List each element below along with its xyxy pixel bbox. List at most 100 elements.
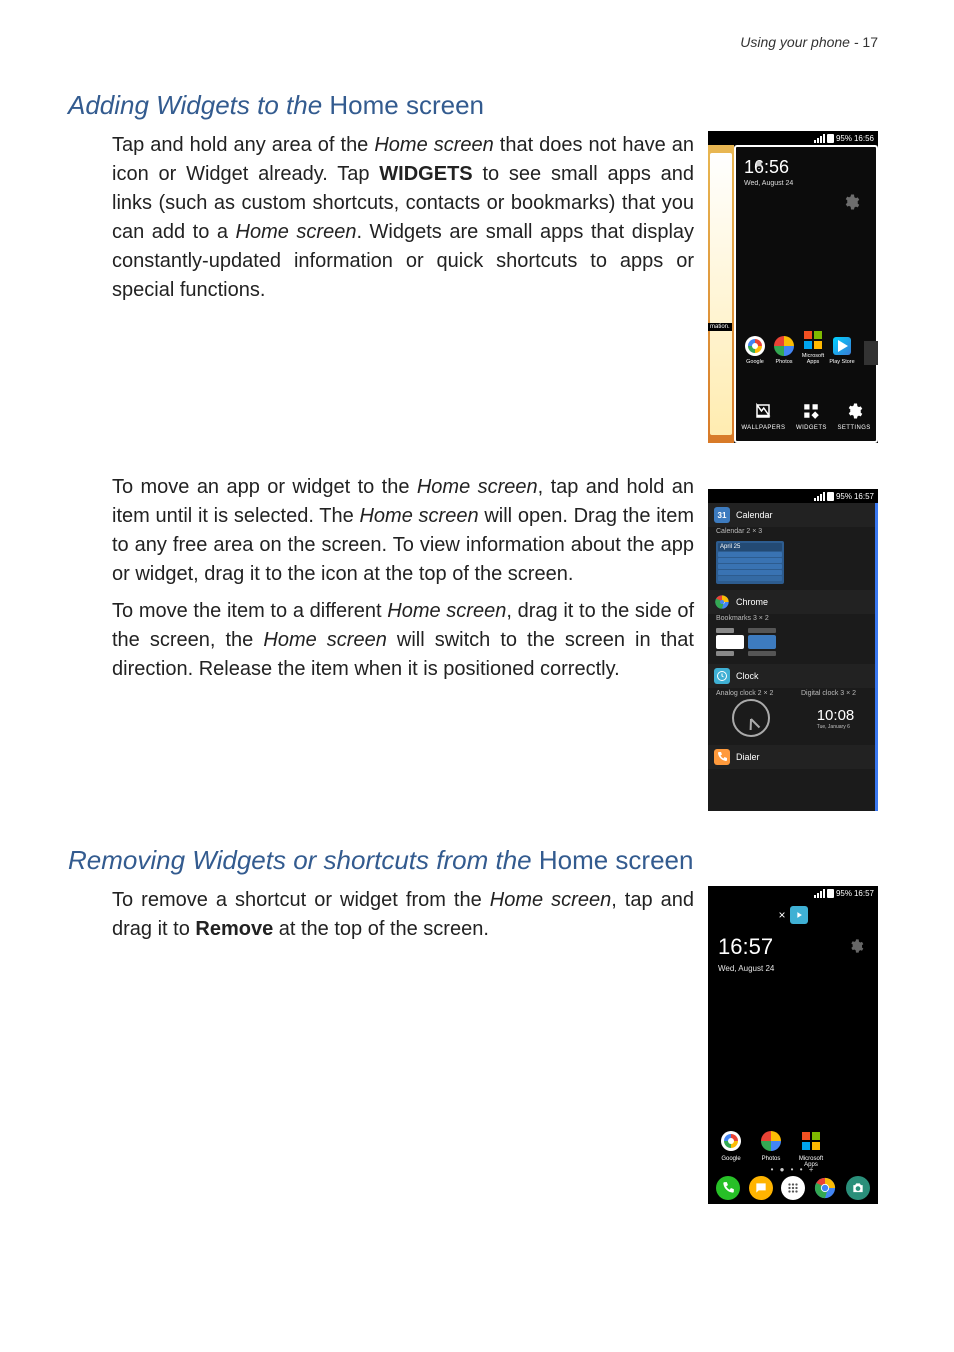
widget-size-label: Analog clock 2 × 2 xyxy=(716,690,785,697)
play-store-icon xyxy=(833,337,851,355)
dock-app-playstore[interactable]: Play Store xyxy=(829,336,855,365)
dragged-widget-icon[interactable] xyxy=(790,906,808,924)
page: Using your phone - 17 Adding Widgets to … xyxy=(0,0,954,1352)
status-bar: 95% 16:56 xyxy=(708,131,878,145)
heading-italic: Removing Widgets or shortcuts from the xyxy=(68,845,532,875)
widget-group-label: Calendar xyxy=(736,510,773,520)
gear-icon xyxy=(842,193,860,216)
status-battery-pct: 95% xyxy=(836,889,852,898)
widget-group-calendar[interactable]: 31 Calendar xyxy=(708,503,878,527)
app-drawer-icon[interactable] xyxy=(781,1176,805,1200)
signal-icon xyxy=(814,889,825,898)
bell-icon xyxy=(754,157,764,167)
signal-icon xyxy=(814,492,825,501)
phone-app-icon[interactable] xyxy=(716,1176,740,1200)
gear-icon xyxy=(848,938,864,959)
scroll-indicator[interactable] xyxy=(875,503,878,811)
row-removing: To remove a shortcut or widget from the … xyxy=(68,886,878,1204)
chrome-icon xyxy=(714,594,730,610)
calendar-icon: 31 xyxy=(714,507,730,523)
dock-app-photos[interactable]: Photos xyxy=(756,1129,786,1168)
dock-label: Microsoft Apps xyxy=(800,353,826,365)
heading-plain: Home screen xyxy=(539,845,694,875)
widget-preview-calendar[interactable]: April 25 xyxy=(716,541,870,584)
row-adding-2: To move an app or widget to the Home scr… xyxy=(68,473,878,811)
remove-drop-target[interactable]: × xyxy=(708,900,878,932)
analog-clock-preview xyxy=(732,699,770,737)
heading-italic: Adding Widgets to the xyxy=(68,90,322,120)
widget-group-label: Chrome xyxy=(736,597,768,607)
dock-label: Google xyxy=(716,1156,746,1162)
widget-group-label: Dialer xyxy=(736,752,760,762)
status-time: 16:57 xyxy=(854,889,874,898)
option-wallpapers[interactable]: WALLPAPERS xyxy=(741,401,785,431)
clock-widget-date: Wed, August 24 xyxy=(744,180,868,187)
dock-label: Play Store xyxy=(829,359,855,365)
home-panel[interactable]: 16:56 Wed, August 24 Google xyxy=(734,145,878,443)
status-time: 16:56 xyxy=(854,134,874,143)
text-removing-para: To remove a shortcut or widget from the … xyxy=(68,886,694,952)
text-adding-para23: To move an app or widget to the Home scr… xyxy=(68,473,694,692)
header-text: Using your phone - xyxy=(740,34,858,50)
dock-label: Photos xyxy=(771,359,797,365)
heading-removing-widgets: Removing Widgets or shortcuts from the H… xyxy=(68,845,878,876)
page-header: Using your phone - 17 xyxy=(740,34,878,50)
widget-size-label: Digital clock 3 × 2 xyxy=(801,690,870,697)
widget-analog-clock[interactable]: Analog clock 2 × 2 xyxy=(708,688,793,745)
digital-clock-preview: 10:08 Tue, January 6 xyxy=(817,707,855,730)
microsoft-icon xyxy=(802,1132,820,1150)
photos-icon xyxy=(761,1131,781,1151)
camera-app-icon[interactable] xyxy=(846,1176,870,1200)
dialer-icon xyxy=(714,749,730,765)
option-label: SETTINGS xyxy=(837,425,870,431)
option-widgets[interactable]: WIDGETS xyxy=(796,401,827,431)
dock-overflow xyxy=(864,341,878,365)
status-bar: 95% 16:57 xyxy=(708,886,878,900)
status-bar: 95% 16:57 xyxy=(708,489,878,503)
clock-widget-date: Wed, August 24 xyxy=(718,964,868,973)
page-indicator: • ● • • + xyxy=(708,1165,878,1174)
option-label: WIDGETS xyxy=(796,425,827,431)
widget-group-label: Clock xyxy=(736,671,759,681)
widget-group-clock[interactable]: Clock xyxy=(708,664,878,688)
status-time: 16:57 xyxy=(854,492,874,501)
widget-group-dialer[interactable]: Dialer xyxy=(708,745,878,769)
clock-widget-time: 16:57 xyxy=(718,934,868,960)
dock-app-google[interactable]: Google xyxy=(742,336,768,365)
widget-digital-clock[interactable]: Digital clock 3 × 2 10:08 Tue, January 6 xyxy=(793,688,878,745)
signal-icon xyxy=(814,134,825,143)
google-icon xyxy=(745,336,765,356)
widget-size-label: Calendar 2 × 3 xyxy=(708,527,878,539)
widget-preview-bookmarks[interactable] xyxy=(716,628,870,658)
close-icon: × xyxy=(778,908,785,922)
dock-app-microsoft[interactable]: Microsoft Apps xyxy=(796,1129,826,1168)
screenshot-widget-list: 95% 16:57 31 Calendar Calendar 2 × 3 Apr… xyxy=(708,489,878,811)
battery-icon xyxy=(827,492,834,501)
dock-app-google[interactable]: Google xyxy=(716,1129,746,1168)
dock-label: Google xyxy=(742,359,768,365)
chrome-app-icon[interactable] xyxy=(813,1176,837,1200)
image-icon xyxy=(753,401,773,421)
widget-group-chrome[interactable]: Chrome xyxy=(708,590,878,614)
dock-row: Google Photos Microsoft Apps xyxy=(742,330,876,365)
photos-icon xyxy=(774,336,794,356)
dock-app-photos[interactable]: Photos xyxy=(771,336,797,365)
status-battery-pct: 95% xyxy=(836,492,852,501)
slider-caption: mation. xyxy=(708,323,732,331)
dock-row: Google Photos Microsoft Apps xyxy=(716,1129,826,1168)
home-options-row: WALLPAPERS WIDGETS xyxy=(736,401,876,431)
clock-icon xyxy=(714,668,730,684)
screenshot-remove-widget: 95% 16:57 × xyxy=(708,886,878,1204)
gear-icon xyxy=(844,401,864,421)
calendar-preview-date: April 25 xyxy=(718,543,782,551)
slider-thumbnail[interactable] xyxy=(708,145,734,443)
favorites-tray xyxy=(708,1176,878,1200)
messages-app-icon[interactable] xyxy=(749,1176,773,1200)
option-settings[interactable]: SETTINGS xyxy=(837,401,870,431)
option-label: WALLPAPERS xyxy=(741,425,785,431)
dock-app-microsoft[interactable]: Microsoft Apps xyxy=(800,330,826,365)
microsoft-icon xyxy=(804,331,822,349)
status-battery-pct: 95% xyxy=(836,134,852,143)
battery-icon xyxy=(827,889,834,898)
text-adding-para1: Tap and hold any area of the Home screen… xyxy=(68,131,694,313)
